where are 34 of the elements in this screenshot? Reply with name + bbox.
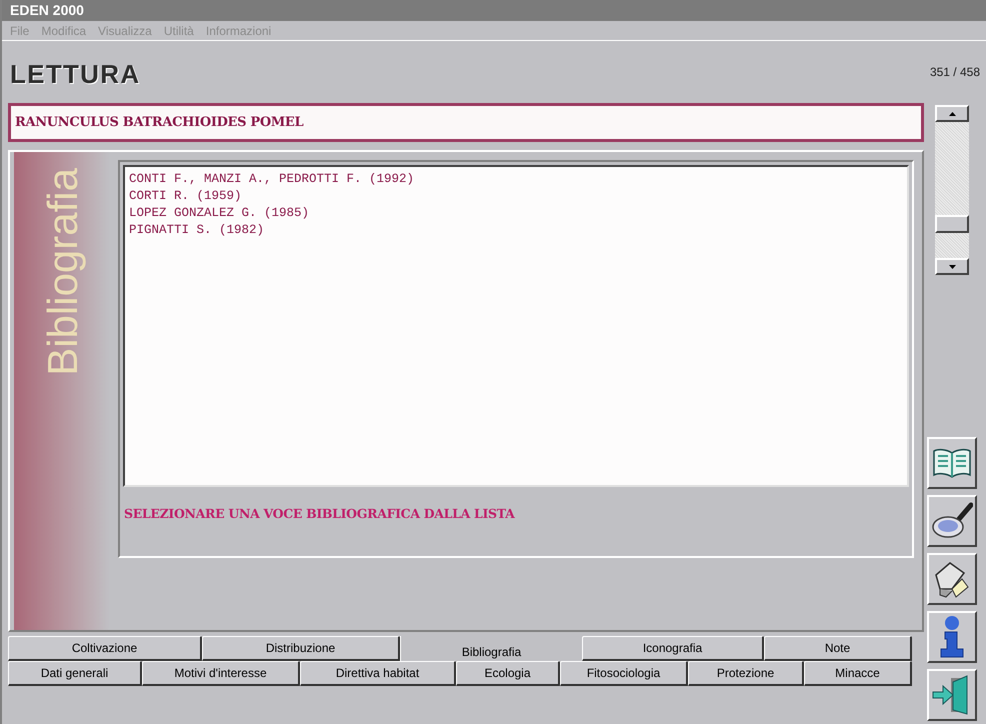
tab[interactable]: Fitosociologia xyxy=(560,661,688,686)
record-counter: 351 / 458 xyxy=(930,64,980,81)
search-button[interactable] xyxy=(927,495,977,547)
section-title: Bibliografia xyxy=(38,168,87,376)
tab[interactable]: Minacce xyxy=(804,661,912,686)
tab[interactable]: Dati generali xyxy=(8,661,142,686)
tab[interactable]: Distribuzione xyxy=(202,636,400,661)
print-button[interactable] xyxy=(927,553,977,605)
tab[interactable]: Protezione xyxy=(688,661,804,686)
reference-item[interactable]: LOPEZ GONZALEZ G. (1985) xyxy=(129,205,310,222)
scroll-up-button[interactable] xyxy=(935,105,969,122)
species-field: RANUNCULUS BATRACHIOIDES POMEL xyxy=(8,103,924,142)
up-arrow-icon xyxy=(948,112,956,116)
scroll-down-button[interactable] xyxy=(935,258,969,275)
book-icon xyxy=(932,447,972,479)
down-arrow-icon xyxy=(948,264,956,268)
tab[interactable]: Iconografia xyxy=(582,636,764,661)
reference-item[interactable]: PIGNATTI S. (1982) xyxy=(129,222,264,239)
heading: LETTURA xyxy=(10,58,140,90)
exit-button[interactable] xyxy=(927,669,977,721)
book-button[interactable] xyxy=(927,437,977,489)
reference-item[interactable]: CORTI R. (1959) xyxy=(129,188,242,205)
tab[interactable]: Direttiva habitat xyxy=(300,661,456,686)
status-message: SELEZIONARE UNA VOCE BIBLIOGRAFICA DALLA LISTA xyxy=(124,506,514,521)
scrollbar[interactable] xyxy=(935,105,969,275)
info-button[interactable] xyxy=(927,611,977,663)
scroll-thumb[interactable] xyxy=(935,215,969,233)
reference-item[interactable]: CONTI F., MANZI A., PEDROTTI F. (1992) xyxy=(129,171,414,188)
title-bar: EDEN 2000 xyxy=(2,0,986,21)
reference-list[interactable]: CONTI F., MANZI A., PEDROTTI F. (1992) CORTI R. (1959) LOPEZ GONZALEZ G. (1985) PIGNATTI S. (1982) xyxy=(123,165,909,487)
tab[interactable]: Motivi d'interesse xyxy=(142,661,300,686)
tab[interactable]: Note xyxy=(764,636,912,661)
tab[interactable]: Coltivazione xyxy=(8,636,202,661)
tab[interactable]: Ecologia xyxy=(456,661,560,686)
